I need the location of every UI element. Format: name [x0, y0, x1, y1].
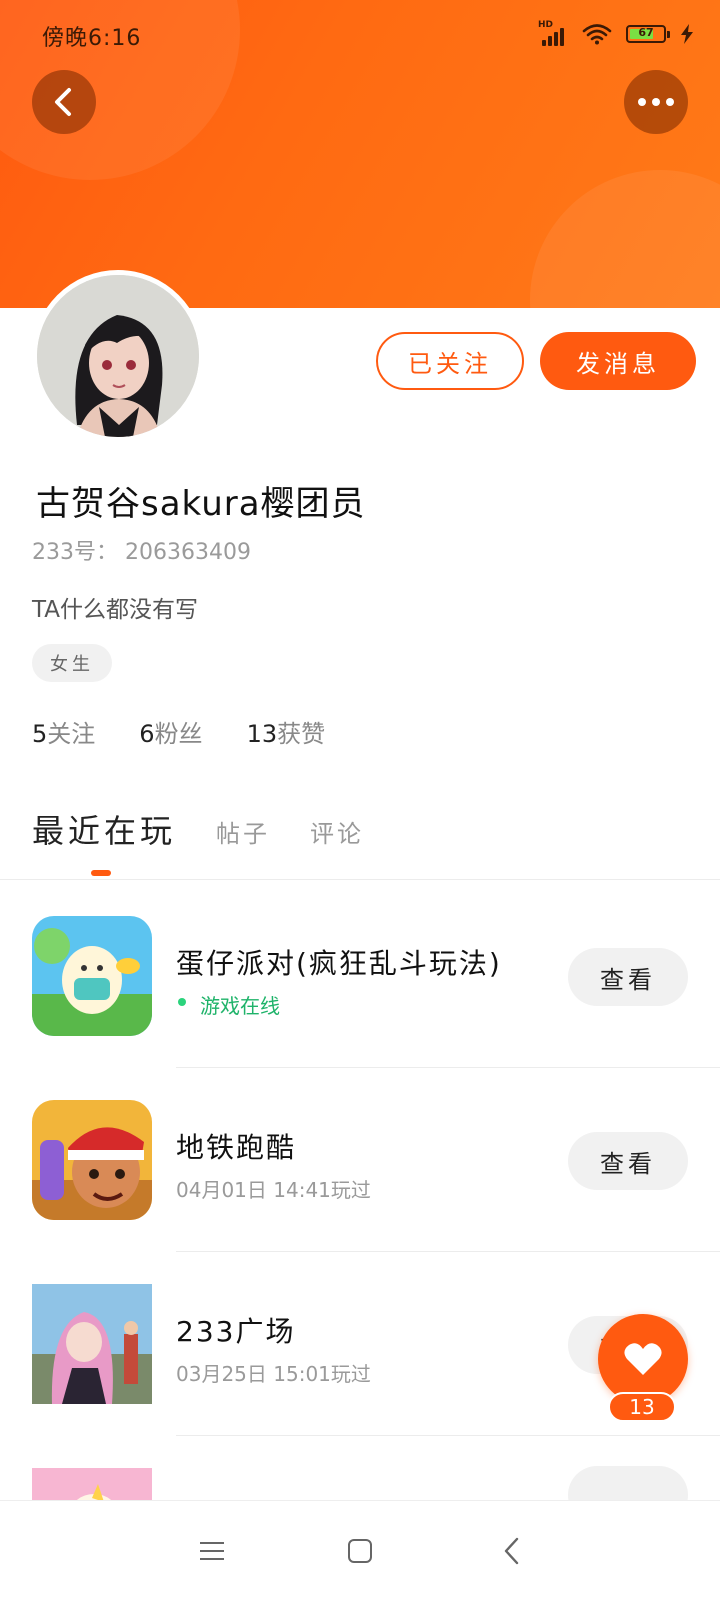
fans-label: 粉丝 [154, 720, 203, 748]
profile-header-banner: 傍晚6:16 HD 67 [0, 0, 720, 308]
gender-tag: 女生 [32, 644, 112, 682]
status-time: 傍晚6:16 [42, 26, 142, 51]
status-bar: 傍晚6:16 HD 67 [0, 0, 720, 66]
game-last-played: 03月25日 15:01玩过 [176, 1362, 371, 1386]
heart-icon [624, 1343, 662, 1375]
charging-bolt-icon [681, 24, 693, 44]
game-list-item[interactable]: 地铁跑酷 04月01日 14:41玩过 查看 [0, 1068, 720, 1252]
stat-likes[interactable]: 13获赞 [247, 714, 326, 749]
wifi-icon [582, 24, 612, 45]
like-fab-button[interactable] [598, 1314, 688, 1404]
game-title: 地铁跑酷 [176, 1131, 297, 1164]
following-label: 关注 [47, 720, 96, 748]
likes-count: 13 [246, 720, 278, 748]
more-dots-icon [638, 98, 674, 106]
signal-bar [542, 40, 546, 46]
stat-fans[interactable]: 6粉丝 [139, 714, 202, 749]
menu-button[interactable] [192, 1531, 232, 1571]
likes-label: 获赞 [277, 720, 326, 748]
battery-icon: 67 [626, 25, 670, 43]
chevron-left-icon [55, 88, 71, 116]
tab-recent-played[interactable]: 最近在玩 [32, 806, 176, 852]
game-list-item[interactable] [0, 1436, 720, 1500]
more-button[interactable] [624, 70, 688, 134]
home-button[interactable] [340, 1531, 380, 1571]
game-title: 233广场 [176, 1315, 296, 1348]
game-icon-subway-surfers [32, 1100, 152, 1220]
back-chevron-icon [504, 1537, 519, 1565]
233-plaza-art [32, 1284, 152, 1404]
view-game-button-partial[interactable] [568, 1466, 688, 1500]
avatar [37, 275, 199, 437]
profile-bio: TA什么都没有写 [32, 597, 198, 623]
send-message-button[interactable]: 发消息 [540, 332, 696, 390]
profile-tabs: 最近在玩 帖子 评论 [32, 806, 364, 852]
game-online-status: 游戏在线 [200, 994, 280, 1018]
profile-stats: 5关注 6粉丝 13获赞 [32, 714, 325, 749]
game-title: 蛋仔派对(疯狂乱斗玩法) [176, 947, 502, 980]
system-back-button[interactable] [492, 1531, 532, 1571]
stat-following[interactable]: 5关注 [32, 714, 95, 749]
profile-nickname: 古贺谷sakura樱团员 [36, 484, 366, 524]
online-status-dot [178, 998, 186, 1006]
fans-count: 6 [139, 720, 155, 748]
active-tab-indicator [91, 870, 111, 876]
signal-bar [560, 28, 564, 46]
signal-bar [554, 32, 558, 46]
hd-signal-icon: HD [538, 20, 568, 46]
tab-comments[interactable]: 评论 [310, 814, 364, 849]
system-navigation-bar [0, 1500, 720, 1601]
tabs-divider [0, 879, 720, 880]
back-button[interactable] [32, 70, 96, 134]
banner-decoration [530, 170, 720, 308]
eggy-party-art [32, 916, 152, 1036]
game-list-item[interactable]: 蛋仔派对(疯狂乱斗玩法) 游戏在线 查看 [0, 884, 720, 1068]
signal-bar [548, 36, 552, 46]
status-icons: HD 67 [538, 20, 694, 46]
battery-nub [667, 31, 670, 38]
game-icon-eggy-party [32, 916, 152, 1036]
following-count: 5 [32, 720, 48, 748]
battery-level: 67 [638, 26, 654, 39]
home-square-icon [348, 1539, 372, 1563]
followed-button[interactable]: 已关注 [376, 332, 524, 390]
tab-posts[interactable]: 帖子 [216, 814, 270, 849]
game-icon-233-plaza [32, 1284, 152, 1404]
partial-game-art [32, 1468, 152, 1500]
avatar-frame[interactable] [32, 270, 204, 442]
like-count-badge: 13 [608, 1392, 676, 1422]
profile-uid[interactable]: 233号： 206363409 [32, 534, 251, 566]
game-icon-partial [32, 1468, 152, 1500]
menu-icon [200, 1542, 224, 1560]
subway-surfers-art [32, 1100, 152, 1220]
view-game-button[interactable]: 查看 [568, 1132, 688, 1190]
avatar-illustration [37, 275, 199, 437]
game-last-played: 04月01日 14:41玩过 [176, 1178, 371, 1202]
view-game-button[interactable]: 查看 [568, 948, 688, 1006]
hd-badge: HD [538, 20, 554, 30]
